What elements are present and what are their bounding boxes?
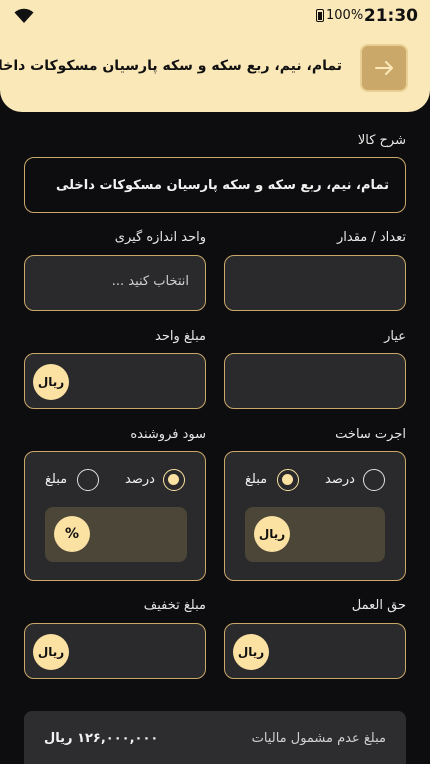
discount-label: مبلغ تخفیف xyxy=(143,598,206,613)
summary-card: مبلغ عدم مشمول مالیات ۱۲۶,۰۰۰,۰۰۰ ریال xyxy=(24,711,406,764)
profit-amount-label: مبلغ xyxy=(45,472,68,487)
arrow-right-icon xyxy=(375,61,393,75)
unit-placeholder: انتخاب کنید ... xyxy=(111,274,189,289)
unit-price-label: مبلغ واحد xyxy=(155,329,206,344)
status-time: 21:30 xyxy=(363,6,418,26)
currency-badge: ریال xyxy=(254,516,290,552)
description-label: شرح کالا xyxy=(357,133,406,148)
currency-badge: ریال xyxy=(33,364,69,400)
seller-profit-card: درصد مبلغ % xyxy=(24,451,206,581)
profit-percent-radio[interactable] xyxy=(163,469,185,491)
quantity-label: تعداد / مقدار xyxy=(336,230,406,245)
wage-input[interactable]: ریال xyxy=(245,507,385,562)
profit-input[interactable]: % xyxy=(45,507,187,562)
unit-price-input[interactable]: ریال xyxy=(24,353,206,409)
wage-label: اجرت ساخت xyxy=(335,427,406,442)
wage-amount-radio[interactable] xyxy=(277,469,299,491)
wage-percent-radio[interactable] xyxy=(363,469,385,491)
back-button[interactable] xyxy=(360,44,408,92)
wifi-icon xyxy=(14,8,34,23)
currency-badge: ریال xyxy=(33,634,69,670)
commission-label: حق العمل xyxy=(351,598,406,613)
description-value: تمام، نیم، ربع سکه و سکه پارسیان مسکوکات… xyxy=(55,178,389,193)
profit-percent-label: درصد xyxy=(125,472,155,487)
wage-card: درصد مبلغ ریال xyxy=(224,451,406,581)
seller-profit-label: سود فروشنده xyxy=(130,427,206,442)
purity-label: عیار xyxy=(384,329,406,344)
unit-select[interactable]: انتخاب کنید ... xyxy=(24,255,206,311)
wage-percent-label: درصد xyxy=(325,472,355,487)
status-bar: 100% 21:30 xyxy=(0,6,430,26)
percent-badge: % xyxy=(54,516,90,552)
unit-label: واحد اندازه گیری xyxy=(114,230,206,245)
tax-exempt-label: مبلغ عدم مشمول مالیات xyxy=(251,731,386,746)
app-header: 100% 21:30 تمام، نیم، ربع سکه و سکه پارس… xyxy=(0,0,430,112)
profit-amount-radio[interactable] xyxy=(77,469,99,491)
discount-input[interactable]: ریال xyxy=(24,623,206,679)
wage-amount-label: مبلغ xyxy=(245,472,268,487)
battery-percent: 100% xyxy=(326,8,364,23)
battery-icon xyxy=(316,9,324,22)
quantity-input[interactable] xyxy=(224,255,406,311)
description-field[interactable]: تمام، نیم، ربع سکه و سکه پارسیان مسکوکات… xyxy=(24,157,406,213)
purity-input[interactable] xyxy=(224,353,406,409)
currency-badge: ریال xyxy=(233,634,269,670)
commission-input[interactable]: ریال xyxy=(224,623,406,679)
tax-exempt-value: ۱۲۶,۰۰۰,۰۰۰ ریال xyxy=(44,731,159,746)
page-title: تمام، نیم، ربع سکه و سکه پارسیان مسکوکات… xyxy=(0,58,342,74)
